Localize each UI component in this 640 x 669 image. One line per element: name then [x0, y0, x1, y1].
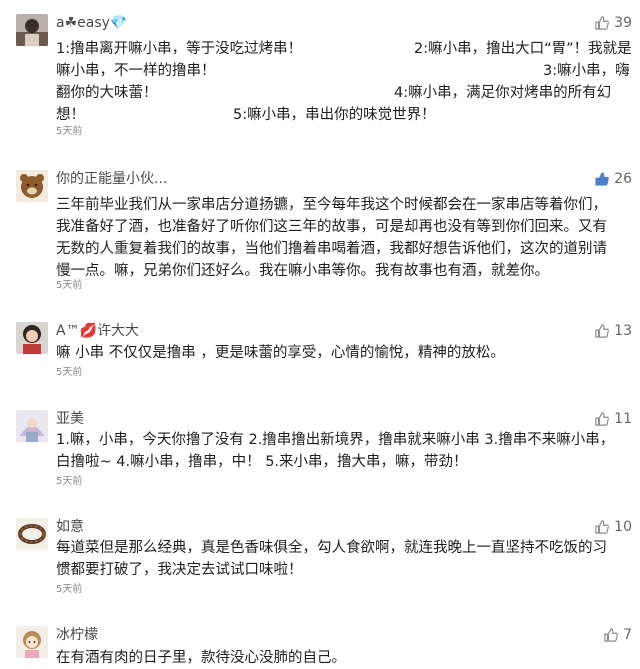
- like-button[interactable]: 13: [595, 322, 632, 340]
- comment-item: a☘easy💎 39 1:撸串离开嘛小串，等于没吃过烤串！ 2:嘛小串，撸出大口“…: [0, 14, 640, 154]
- comment-line: 2:嘛小串，撸出大口“胃”！我就是: [414, 41, 632, 57]
- avatar[interactable]: [16, 170, 48, 202]
- comment-line: 3:嘛小串，嗨: [543, 63, 630, 79]
- comment-line: 我准备好了酒，也准备好了听你们这三年的故事，可是却再也没有等到你们回来。又有: [56, 219, 607, 235]
- comment-line: 4:嘛小串，满足你对烤串的所有幻: [394, 85, 612, 101]
- avatar[interactable]: [16, 410, 48, 442]
- like-count: 11: [614, 411, 632, 427]
- comment-text: 在有酒有肉的日子里，款待没心没肺的自己。: [56, 647, 634, 669]
- username[interactable]: A™💋许大大: [56, 322, 139, 340]
- comment-line: 无数的人重复着我们的故事，当他们撸着串喝着酒，我都好想告诉他们，这次的道别请: [56, 241, 607, 257]
- comment-text: 1:撸串离开嘛小串，等于没吃过烤串！ 2:嘛小串，撸出大口“胃”！我就是 嘛小串，…: [56, 38, 634, 126]
- comment-line: 5:嘛小串，串出你的味觉世界！: [233, 107, 436, 123]
- timestamp: 5天前: [56, 584, 83, 595]
- comment-line: 慢一点。嘛，兄弟你们还好么。我在嘛小串等你。我有故事也有酒，就差你。: [56, 263, 549, 279]
- like-button[interactable]: 7: [604, 626, 632, 644]
- username[interactable]: 如意: [56, 518, 84, 536]
- like-count: 10: [614, 519, 632, 535]
- comment-item: 亚美 11 1.嘛，小串，今天你撸了没有 2.撸串撸出新境界，撸串就来嘛小串 3…: [0, 410, 640, 490]
- avatar[interactable]: [16, 322, 48, 354]
- comment-line: 惯都要打破了，我决定去试试口味啦！: [56, 562, 303, 578]
- like-button[interactable]: 10: [595, 518, 632, 536]
- like-button[interactable]: 26: [595, 170, 632, 188]
- comment-item: 你的正能量小伙... 26 三年前毕业我们从一家串店分道扬镳，至今每年我这个时候…: [0, 170, 640, 300]
- timestamp: 5天前: [56, 280, 83, 291]
- username[interactable]: 你的正能量小伙...: [56, 170, 167, 188]
- username[interactable]: 亚美: [56, 410, 84, 428]
- comment-text: 1.嘛，小串，今天你撸了没有 2.撸串撸出新境界，撸串就来嘛小串 3.撸串不来嘛…: [56, 429, 634, 473]
- comment-line: 三年前毕业我们从一家串店分道扬镳，至今每年我这个时候都会在一家串店等着你们，: [56, 197, 607, 213]
- timestamp: 5天前: [56, 126, 83, 137]
- comment-item: A™💋许大大 13 嘛 小串 不仅仅是撸串 ，更是味蕾的享受，心情的愉悅，精神的…: [0, 322, 640, 382]
- comment-line: 想！: [56, 107, 85, 123]
- avatar[interactable]: [16, 14, 48, 46]
- comment-line: 嘛 小串 不仅仅是撸串 ，更是味蕾的享受，心情的愉悅，精神的放松。: [56, 345, 505, 361]
- like-button[interactable]: 39: [595, 14, 632, 32]
- comment-text: 嘛 小串 不仅仅是撸串 ，更是味蕾的享受，心情的愉悅，精神的放松。: [56, 342, 634, 364]
- username[interactable]: 冰柠檬: [56, 626, 98, 644]
- thumbs-up-icon: [604, 628, 618, 642]
- thumbs-up-icon: [595, 520, 610, 534]
- timestamp: 5天前: [56, 476, 83, 487]
- thumbs-up-icon: [595, 172, 609, 186]
- username[interactable]: a☘easy💎: [56, 14, 127, 32]
- like-button[interactable]: 11: [595, 410, 632, 428]
- comment-line: 1:撸串离开嘛小串，等于没吃过烤串！: [56, 41, 303, 57]
- comment-line: 1.嘛，小串，今天你撸了没有 2.撸串撸出新境界，撸串就来嘛小串 3.撸串不来嘛…: [56, 432, 615, 448]
- thumbs-up-icon: [595, 324, 610, 338]
- like-count: 39: [614, 15, 632, 31]
- like-count: 26: [614, 171, 632, 187]
- comment-text: 每道菜但是那么经典，真是色香味俱全，勾人食欲啊，就连我晚上一直坚持不吃饭的习 惯…: [56, 537, 634, 581]
- comment-text: 三年前毕业我们从一家串店分道扬镳，至今每年我这个时候都会在一家串店等着你们， 我…: [56, 194, 634, 282]
- comment-line: 翻你的大味蕾！: [56, 85, 158, 101]
- comment-line: 白撸啦~ 4.嘛小串，撸串，中！ 5.来小串，撸大串，嘛，带劲！: [56, 454, 468, 470]
- comment-line: 嘛小串，不一样的撸串！: [56, 63, 216, 79]
- thumbs-up-icon: [595, 412, 610, 426]
- comment-line: 在有酒有肉的日子里，款待没心没肺的自己。: [56, 650, 346, 666]
- avatar[interactable]: [16, 626, 48, 658]
- thumbs-up-icon: [595, 16, 610, 30]
- comment-line: 每道菜但是那么经典，真是色香味俱全，勾人食欲啊，就连我晚上一直坚持不吃饭的习: [56, 540, 607, 556]
- like-count: 13: [614, 323, 632, 339]
- comment-item: 如意 10 每道菜但是那么经典，真是色香味俱全，勾人食欲啊，就连我晚上一直坚持不…: [0, 518, 640, 598]
- comment-item: 冰柠檬 7 在有酒有肉的日子里，款待没心没肺的自己。: [0, 626, 640, 669]
- avatar[interactable]: [16, 518, 48, 550]
- timestamp: 5天前: [56, 367, 83, 378]
- like-count: 7: [623, 627, 632, 643]
